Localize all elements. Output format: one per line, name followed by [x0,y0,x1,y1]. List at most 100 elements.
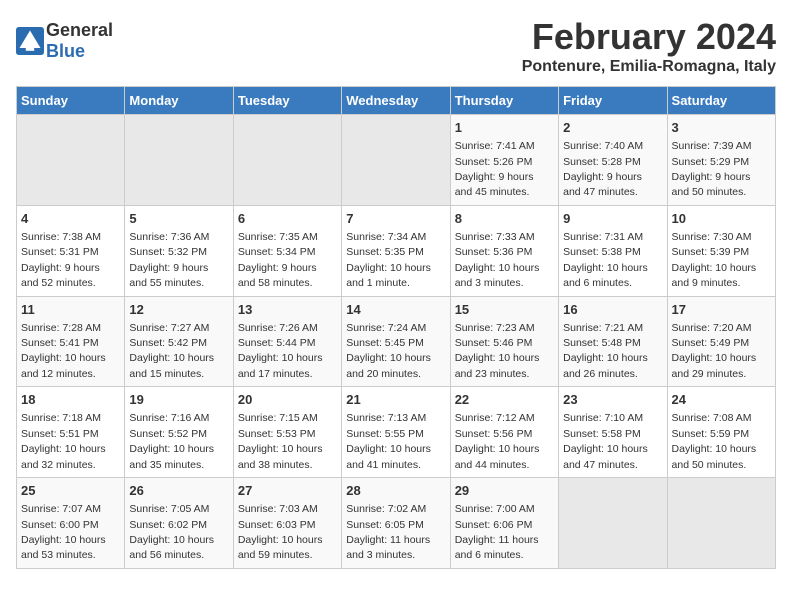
day-number: 21 [346,391,445,409]
day-number: 8 [455,210,554,228]
day-number: 22 [455,391,554,409]
cell-w2-d6: 9 Sunrise: 7:31 AM Sunset: 5:38 PM Daylig… [559,205,667,296]
day-info: Sunrise: 7:12 AM Sunset: 5:56 PM Dayligh… [455,412,540,470]
day-number: 24 [672,391,771,409]
day-info: Sunrise: 7:33 AM Sunset: 5:36 PM Dayligh… [455,231,540,289]
day-number: 5 [129,210,228,228]
cell-w4-d7: 24 Sunrise: 7:08 AM Sunset: 5:59 PM Dayli… [667,387,775,478]
cell-w3-d1: 11Sunrise: 7:28 AM Sunset: 5:41 PM Dayli… [17,296,125,387]
week-row-5: 25 Sunrise: 7:07 AM Sunset: 6:00 PM Dayli… [17,478,776,569]
logo-icon [16,27,44,55]
cell-w3-d2: 12 Sunrise: 7:27 AM Sunset: 5:42 PM Dayli… [125,296,233,387]
header-sunday: Sunday [17,87,125,115]
day-number: 13 [238,301,337,319]
day-number: 6 [238,210,337,228]
cell-w1-d6: 2Sunrise: 7:40 AM Sunset: 5:28 PM Daylig… [559,115,667,206]
cell-w1-d5: 1Sunrise: 7:41 AM Sunset: 5:26 PM Daylig… [450,115,558,206]
week-row-1: 1Sunrise: 7:41 AM Sunset: 5:26 PM Daylig… [17,115,776,206]
cell-w3-d7: 17 Sunrise: 7:20 AM Sunset: 5:49 PM Dayli… [667,296,775,387]
cell-w4-d5: 22 Sunrise: 7:12 AM Sunset: 5:56 PM Dayli… [450,387,558,478]
cell-w4-d4: 21 Sunrise: 7:13 AM Sunset: 5:55 PM Dayli… [342,387,450,478]
cell-w4-d3: 20 Sunrise: 7:15 AM Sunset: 5:53 PM Dayli… [233,387,341,478]
day-info: Sunrise: 7:05 AM Sunset: 6:02 PM Dayligh… [129,503,214,561]
day-number: 4 [21,210,120,228]
cell-w1-d1 [17,115,125,206]
cell-w4-d1: 18 Sunrise: 7:18 AM Sunset: 5:51 PM Dayli… [17,387,125,478]
day-info: Sunrise: 7:16 AM Sunset: 5:52 PM Dayligh… [129,412,214,470]
day-info: Sunrise: 7:07 AM Sunset: 6:00 PM Dayligh… [21,503,106,561]
header-row: SundayMondayTuesdayWednesdayThursdayFrid… [17,87,776,115]
day-info: Sunrise: 7:28 AM Sunset: 5:41 PM Dayligh… [21,322,106,380]
cell-w1-d7: 3 Sunrise: 7:39 AM Sunset: 5:29 PM Daylig… [667,115,775,206]
cell-w3-d3: 13 Sunrise: 7:26 AM Sunset: 5:44 PM Dayli… [233,296,341,387]
day-info: Sunrise: 7:26 AM Sunset: 5:44 PM Dayligh… [238,322,323,380]
day-number: 3 [672,119,771,137]
calendar-body: 1Sunrise: 7:41 AM Sunset: 5:26 PM Daylig… [17,115,776,569]
day-number: 19 [129,391,228,409]
day-number: 16 [563,301,662,319]
day-info: Sunrise: 7:41 AM Sunset: 5:26 PM Dayligh… [455,140,535,198]
day-info: Sunrise: 7:39 AM Sunset: 5:29 PM Dayligh… [672,140,752,198]
day-info: Sunrise: 7:08 AM Sunset: 5:59 PM Dayligh… [672,412,757,470]
header: General Blue February 2024 Pontenure, Em… [16,16,776,76]
day-number: 17 [672,301,771,319]
cell-w4-d6: 23Sunrise: 7:10 AM Sunset: 5:58 PM Dayli… [559,387,667,478]
header-thursday: Thursday [450,87,558,115]
cell-w5-d1: 25 Sunrise: 7:07 AM Sunset: 6:00 PM Dayli… [17,478,125,569]
cell-w5-d3: 27 Sunrise: 7:03 AM Sunset: 6:03 PM Dayli… [233,478,341,569]
day-info: Sunrise: 7:00 AM Sunset: 6:06 PM Dayligh… [455,503,539,561]
day-info: Sunrise: 7:30 AM Sunset: 5:39 PM Dayligh… [672,231,757,289]
day-number: 26 [129,482,228,500]
day-number: 14 [346,301,445,319]
cell-w5-d2: 26 Sunrise: 7:05 AM Sunset: 6:02 PM Dayli… [125,478,233,569]
header-friday: Friday [559,87,667,115]
cell-w2-d1: 4Sunrise: 7:38 AM Sunset: 5:31 PM Daylig… [17,205,125,296]
logo-blue: Blue [46,41,85,61]
calendar-header: SundayMondayTuesdayWednesdayThursdayFrid… [17,87,776,115]
cell-w5-d7 [667,478,775,569]
day-number: 12 [129,301,228,319]
cell-w5-d5: 29 Sunrise: 7:00 AM Sunset: 6:06 PM Dayli… [450,478,558,569]
logo: General Blue [16,20,113,62]
day-number: 15 [455,301,554,319]
day-info: Sunrise: 7:18 AM Sunset: 5:51 PM Dayligh… [21,412,106,470]
day-number: 2 [563,119,662,137]
cell-w1-d3 [233,115,341,206]
cell-w1-d2 [125,115,233,206]
day-info: Sunrise: 7:23 AM Sunset: 5:46 PM Dayligh… [455,322,540,380]
day-number: 29 [455,482,554,500]
week-row-3: 11Sunrise: 7:28 AM Sunset: 5:41 PM Dayli… [17,296,776,387]
cell-w3-d6: 16 Sunrise: 7:21 AM Sunset: 5:48 PM Dayli… [559,296,667,387]
day-info: Sunrise: 7:24 AM Sunset: 5:45 PM Dayligh… [346,322,431,380]
day-info: Sunrise: 7:15 AM Sunset: 5:53 PM Dayligh… [238,412,323,470]
day-number: 18 [21,391,120,409]
cell-w3-d4: 14 Sunrise: 7:24 AM Sunset: 5:45 PM Dayli… [342,296,450,387]
calendar-table: SundayMondayTuesdayWednesdayThursdayFrid… [16,86,776,569]
cell-w2-d3: 6Sunrise: 7:35 AM Sunset: 5:34 PM Daylig… [233,205,341,296]
cell-w2-d2: 5Sunrise: 7:36 AM Sunset: 5:32 PM Daylig… [125,205,233,296]
day-number: 25 [21,482,120,500]
cell-w2-d5: 8 Sunrise: 7:33 AM Sunset: 5:36 PM Daylig… [450,205,558,296]
cell-w1-d4 [342,115,450,206]
cell-w5-d6 [559,478,667,569]
day-number: 9 [563,210,662,228]
subtitle: Pontenure, Emilia-Romagna, Italy [522,58,776,76]
day-info: Sunrise: 7:21 AM Sunset: 5:48 PM Dayligh… [563,322,648,380]
day-info: Sunrise: 7:27 AM Sunset: 5:42 PM Dayligh… [129,322,214,380]
day-number: 20 [238,391,337,409]
day-info: Sunrise: 7:10 AM Sunset: 5:58 PM Dayligh… [563,412,648,470]
day-info: Sunrise: 7:20 AM Sunset: 5:49 PM Dayligh… [672,322,757,380]
day-number: 28 [346,482,445,500]
week-row-2: 4Sunrise: 7:38 AM Sunset: 5:31 PM Daylig… [17,205,776,296]
day-info: Sunrise: 7:03 AM Sunset: 6:03 PM Dayligh… [238,503,323,561]
cell-w2-d7: 10Sunrise: 7:30 AM Sunset: 5:39 PM Dayli… [667,205,775,296]
day-info: Sunrise: 7:31 AM Sunset: 5:38 PM Dayligh… [563,231,648,289]
week-row-4: 18 Sunrise: 7:18 AM Sunset: 5:51 PM Dayli… [17,387,776,478]
cell-w3-d5: 15 Sunrise: 7:23 AM Sunset: 5:46 PM Dayli… [450,296,558,387]
header-monday: Monday [125,87,233,115]
cell-w2-d4: 7Sunrise: 7:34 AM Sunset: 5:35 PM Daylig… [342,205,450,296]
cell-w4-d2: 19 Sunrise: 7:16 AM Sunset: 5:52 PM Dayli… [125,387,233,478]
day-info: Sunrise: 7:13 AM Sunset: 5:55 PM Dayligh… [346,412,431,470]
day-number: 7 [346,210,445,228]
day-number: 27 [238,482,337,500]
